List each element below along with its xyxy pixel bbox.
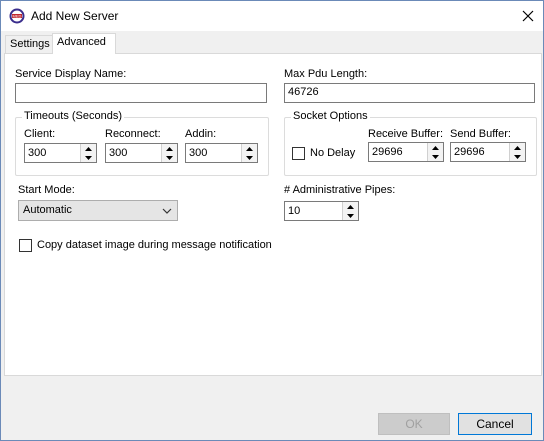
client-timeout-label: Client: xyxy=(24,128,56,140)
addin-timeout-label: Addin: xyxy=(185,128,217,140)
arrow-down-icon xyxy=(85,155,92,160)
arrow-up-icon xyxy=(347,204,354,209)
tab-advanced[interactable]: Advanced xyxy=(52,33,116,54)
reconnect-timeout-label: Reconnect: xyxy=(105,128,161,140)
spinner-down-button[interactable] xyxy=(510,152,525,161)
client-timeout-value: 300 xyxy=(28,147,47,159)
receive-buffer-label: Receive Buffer: xyxy=(368,128,444,140)
socket-options-group-title: Socket Options xyxy=(291,110,370,122)
no-delay-checkbox[interactable] xyxy=(292,147,305,160)
copy-dataset-label: Copy dataset image during message notifi… xyxy=(37,239,272,251)
addin-timeout-spinner[interactable]: 300 xyxy=(185,143,258,163)
administrative-pipes-spinner[interactable]: 10 xyxy=(284,201,359,221)
send-buffer-value: 29696 xyxy=(454,146,485,158)
reconnect-timeout-value: 300 xyxy=(109,147,128,159)
title-bar: MED Add New Server xyxy=(1,1,543,31)
service-display-name-input[interactable] xyxy=(15,83,267,103)
spinner-down-button[interactable] xyxy=(343,211,358,220)
arrow-down-icon xyxy=(246,155,253,160)
cancel-button[interactable]: Cancel xyxy=(458,413,532,435)
send-buffer-spinner[interactable]: 29696 xyxy=(450,142,526,162)
advanced-panel: Service Display Name: Max Pdu Length: 46… xyxy=(4,53,542,376)
ok-button[interactable]: OK xyxy=(378,413,450,435)
arrow-up-icon xyxy=(166,146,173,151)
max-pdu-length-input[interactable]: 46726 xyxy=(284,83,535,103)
copy-dataset-checkbox[interactable] xyxy=(19,239,32,252)
arrow-up-icon xyxy=(85,146,92,151)
timeouts-group: Timeouts (Seconds) Client: 300 Reconnect… xyxy=(15,110,269,176)
client-timeout-spinner[interactable]: 300 xyxy=(24,143,97,163)
timeouts-group-title: Timeouts (Seconds) xyxy=(22,110,125,122)
arrow-down-icon xyxy=(347,213,354,218)
tab-settings[interactable]: Settings xyxy=(5,35,55,53)
spinner-down-button[interactable] xyxy=(162,153,177,162)
spinner-down-button[interactable] xyxy=(428,152,443,161)
service-display-name-label: Service Display Name: xyxy=(15,68,127,80)
spinner-down-button[interactable] xyxy=(81,153,96,162)
socket-options-group: Socket Options No Delay Receive Buffer: … xyxy=(284,110,537,176)
send-buffer-label: Send Buffer: xyxy=(450,128,511,140)
arrow-up-icon xyxy=(246,146,253,151)
close-button[interactable] xyxy=(513,1,543,31)
dialog-window: MED Add New Server Settings Advanced Ser… xyxy=(0,0,544,441)
chevron-down-icon xyxy=(162,208,172,214)
start-mode-dropdown[interactable]: Automatic xyxy=(18,200,178,221)
no-delay-label: No Delay xyxy=(310,147,356,159)
svg-text:MED: MED xyxy=(13,14,22,19)
addin-timeout-value: 300 xyxy=(189,147,208,159)
arrow-down-icon xyxy=(514,154,521,159)
start-mode-value: Automatic xyxy=(23,204,72,216)
spinner-down-button[interactable] xyxy=(242,153,257,162)
start-mode-label: Start Mode: xyxy=(18,184,75,196)
arrow-up-icon xyxy=(432,145,439,150)
arrow-up-icon xyxy=(514,145,521,150)
reconnect-timeout-spinner[interactable]: 300 xyxy=(105,143,178,163)
arrow-down-icon xyxy=(166,155,173,160)
receive-buffer-value: 29696 xyxy=(372,146,403,158)
receive-buffer-spinner[interactable]: 29696 xyxy=(368,142,444,162)
administrative-pipes-value: 10 xyxy=(288,205,301,217)
administrative-pipes-label: # Administrative Pipes: xyxy=(284,184,396,196)
arrow-down-icon xyxy=(432,154,439,159)
close-icon xyxy=(522,10,534,22)
monitor-logo-icon: MED xyxy=(9,8,25,24)
window-title: Add New Server xyxy=(31,9,119,23)
max-pdu-length-label: Max Pdu Length: xyxy=(284,68,368,80)
